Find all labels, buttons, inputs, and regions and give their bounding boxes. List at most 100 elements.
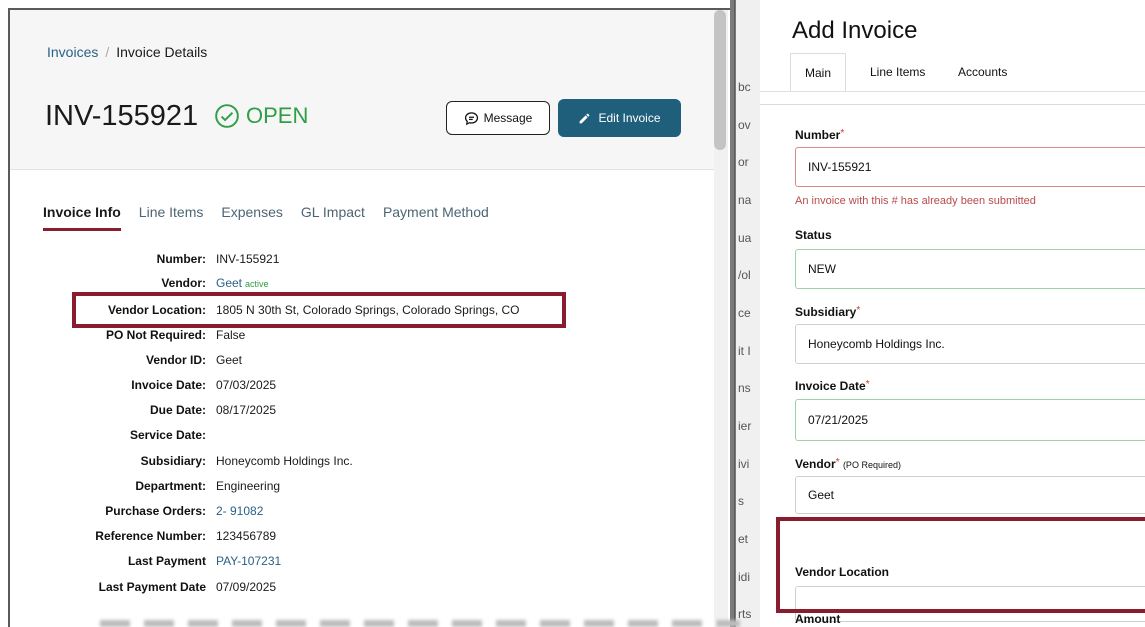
vendor-label: Vendor* (PO Required) [795, 457, 901, 471]
tab-accounts[interactable]: Accounts [958, 53, 1007, 91]
info-row-reference-number: Reference Number: 123456789 [0, 529, 700, 549]
fragment-text: et [738, 532, 749, 546]
vendor-select[interactable]: Geet [795, 476, 1145, 514]
status-label: Status [795, 228, 832, 242]
fragment-text: /ol [738, 268, 751, 282]
vendor-active-badge: active [245, 279, 269, 289]
form-divider [760, 104, 1145, 105]
info-label: Department: [135, 479, 206, 493]
edit-invoice-button[interactable]: Edit Invoice [558, 99, 681, 137]
breadcrumb-current: Invoice Details [116, 44, 208, 60]
vendor-location-input-highlight [776, 517, 1145, 613]
fragment-text: ce [738, 306, 751, 320]
info-label: Number: [156, 252, 206, 266]
vendor-note: (PO Required) [842, 460, 901, 470]
invoice-date-input[interactable]: 07/21/2025 [795, 399, 1145, 441]
info-label: Subsidiary: [140, 454, 206, 468]
amount-label: Amount [795, 612, 841, 626]
tab-payment-method[interactable]: Payment Method [383, 204, 489, 231]
info-value: 123456789 [216, 529, 277, 543]
breadcrumb-separator: / [105, 44, 110, 60]
subsidiary-label: Subsidiary* [795, 305, 860, 319]
tab-invoice-info[interactable]: Invoice Info [43, 204, 121, 231]
required-mark: * [835, 457, 840, 468]
vendor-location-highlight [72, 292, 566, 328]
edit-invoice-label: Edit Invoice [598, 111, 661, 125]
info-label: PO Not Required: [105, 328, 206, 342]
window-divider [734, 0, 735, 627]
status-select[interactable]: NEW [795, 249, 1145, 289]
blurred-bottom-content [100, 620, 740, 627]
vendor-label-text: Vendor [795, 457, 836, 471]
info-row-number: Number: INV-155921 [0, 252, 700, 272]
tab-expenses[interactable]: Expenses [221, 204, 282, 231]
purchase-order-link[interactable]: 2- 91082 [216, 504, 263, 518]
fragment-text: bc [738, 80, 751, 94]
invoice-date-label: Invoice Date* [795, 379, 870, 393]
vendor-link[interactable]: Geet active [216, 276, 269, 290]
pencil-icon [580, 113, 590, 123]
invoice-header [10, 10, 714, 170]
fragment-text: ov [738, 118, 751, 132]
required-mark: * [840, 128, 845, 139]
fragment-text: idi [738, 570, 751, 584]
fragment-text: s [738, 494, 744, 508]
info-value: 07/09/2025 [216, 580, 277, 594]
info-row-department: Department: Engineering [0, 479, 700, 499]
info-label: Last Payment Date [98, 580, 206, 594]
chat-bubble-icon [464, 111, 478, 125]
message-button[interactable]: Message [446, 101, 550, 135]
info-row-last-payment: Last Payment PAY-107231 [0, 554, 700, 574]
tabs-underline [760, 91, 1145, 92]
info-value: False [216, 328, 246, 342]
fragment-text: na [738, 193, 752, 207]
number-input[interactable]: INV-155921 [795, 147, 1145, 187]
last-payment-link[interactable]: PAY-107231 [216, 554, 281, 568]
info-value: 08/17/2025 [216, 403, 277, 417]
scrollbar-thumb[interactable] [714, 10, 726, 150]
invoice-date-label-text: Invoice Date [795, 379, 866, 393]
invoice-number-title: INV-155921 [45, 100, 199, 132]
required-mark: * [856, 305, 861, 316]
info-row-vendor-id: Vendor ID: Geet [0, 353, 700, 373]
info-value: Engineering [216, 479, 281, 493]
fragment-text: rts [738, 607, 752, 621]
status-badge: OPEN [214, 103, 308, 129]
info-label: Reference Number: [95, 529, 206, 543]
fragment-text: it I [738, 344, 751, 358]
tab-main[interactable]: Main [790, 53, 847, 91]
info-label: Vendor: [161, 276, 206, 290]
tab-gl-impact[interactable]: GL Impact [301, 204, 365, 231]
vendor-name[interactable]: Geet [216, 276, 242, 290]
info-row-service-date: Service Date: [0, 428, 700, 448]
number-label-text: Number [795, 128, 841, 142]
form-tabs: Main Line Items Accounts [790, 53, 1145, 91]
breadcrumb: Invoices / Invoice Details [47, 44, 207, 60]
fragment-text: ivi [738, 457, 750, 471]
fragment-text: ns [738, 381, 751, 395]
form-title: Add Invoice [792, 17, 918, 44]
info-label: Last Payment [127, 554, 206, 568]
subsidiary-select[interactable]: Honeycomb Holdings Inc. [795, 324, 1145, 364]
info-row-last-payment-date: Last Payment Date 07/09/2025 [0, 580, 700, 600]
info-row-purchase-orders: Purchase Orders: 2- 91082 [0, 504, 700, 524]
tab-line-items[interactable]: Line Items [870, 53, 925, 91]
info-label: Vendor ID: [145, 353, 206, 367]
fragment-text: ier [738, 419, 752, 433]
info-value: Honeycomb Holdings Inc. [216, 454, 353, 468]
info-label: Purchase Orders: [105, 504, 206, 518]
breadcrumb-invoices-link[interactable]: Invoices [47, 44, 98, 60]
number-error: An invoice with this # has already been … [795, 195, 1036, 207]
info-row-po-not-required: PO Not Required: False [0, 328, 700, 348]
info-value: INV-155921 [216, 252, 280, 266]
info-row-subsidiary: Subsidiary: Honeycomb Holdings Inc. [0, 454, 700, 474]
info-row-invoice-date: Invoice Date: 07/03/2025 [0, 378, 700, 398]
subsidiary-label-text: Subsidiary [795, 305, 857, 319]
info-label: Service Date: [129, 428, 206, 442]
info-value: 07/03/2025 [216, 378, 277, 392]
status-text: OPEN [246, 103, 309, 128]
add-invoice-form: Add Invoice Main Line Items Accounts Num… [760, 0, 1145, 627]
tab-line-items[interactable]: Line Items [139, 204, 204, 231]
check-circle-icon [215, 104, 239, 128]
info-value: Geet [216, 353, 243, 367]
